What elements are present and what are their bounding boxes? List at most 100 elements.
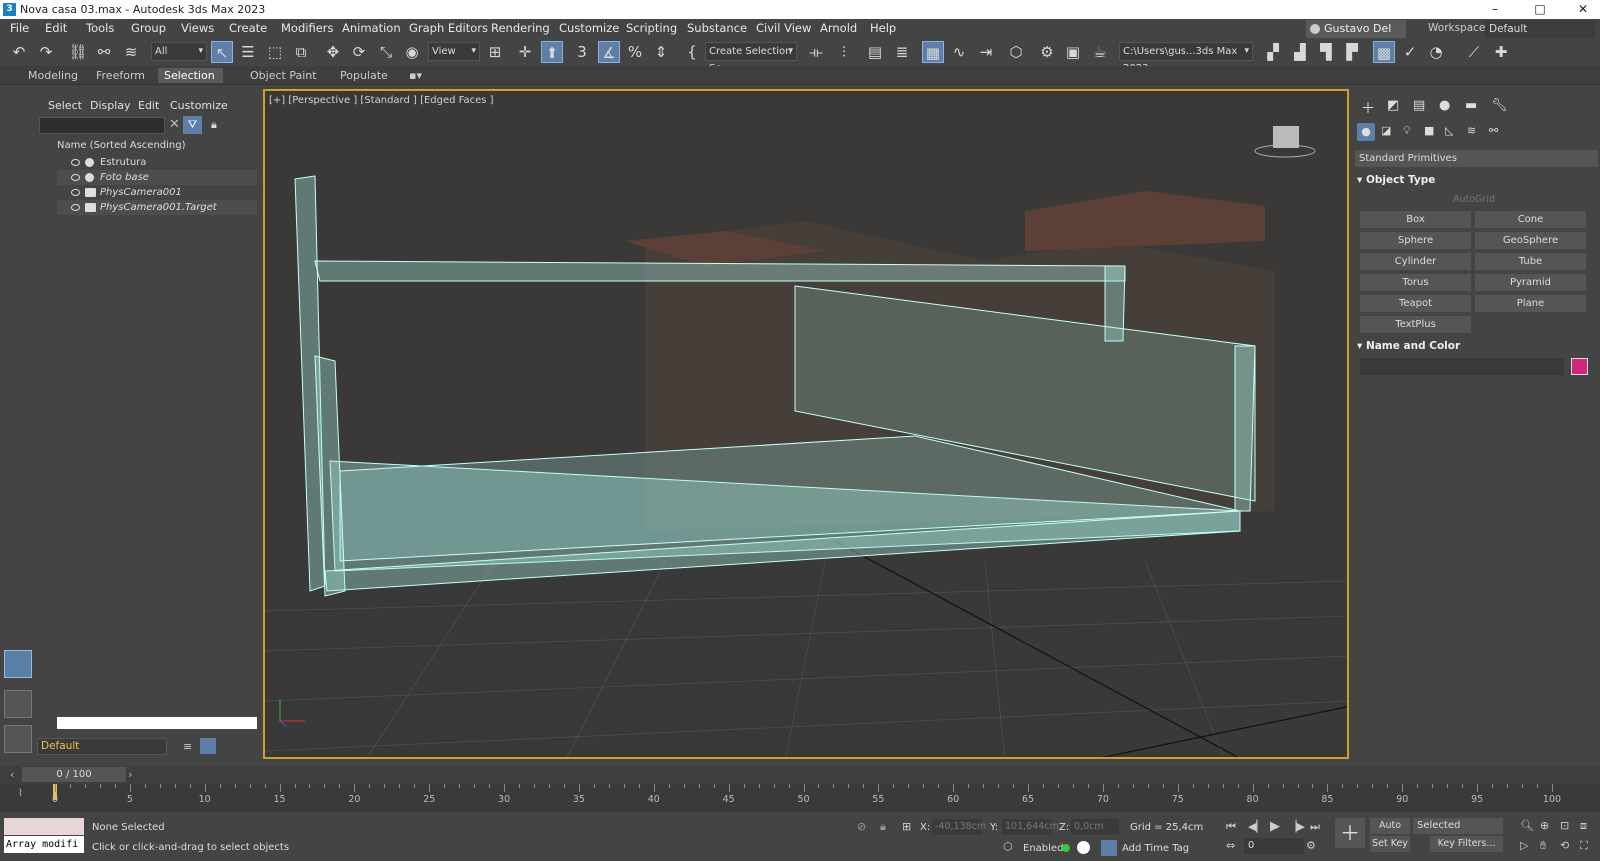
filter-toggle-icon[interactable]: ⛛ [183,116,202,134]
undo-icon[interactable]: ↶ [8,41,30,63]
link-icon[interactable]: ⛓ [67,41,89,63]
set-key-big-icon[interactable]: ＋ [1335,818,1365,848]
workspace-dropdown[interactable]: Default [1485,20,1595,38]
menu-tools[interactable]: Tools [86,21,114,35]
menu-rendering[interactable]: Rendering [491,21,550,35]
set-project-icon[interactable]: ▜ [1315,41,1337,63]
cylinder-button[interactable]: Cylinder [1360,253,1471,270]
x-coordinate-field[interactable]: -40,138cm [932,819,986,835]
enabled-toggle[interactable] [1077,841,1090,854]
schematic-view-icon[interactable]: ⇥ [975,41,997,63]
explorer-tab-display[interactable]: Display [90,99,131,112]
isolate-icon[interactable]: ⊘ [857,820,866,833]
layer-manager-icon[interactable]: ≡ [183,740,192,753]
menu-customize[interactable]: Customize [559,21,619,35]
maxscript-input[interactable]: Array modifi [4,836,84,853]
curve-editor-icon[interactable]: ∿ [948,41,970,63]
cameras-category-icon[interactable]: ■ [1424,124,1434,137]
layer-dropdown[interactable]: Default [37,738,167,755]
systems-category-icon[interactable]: ⚯ [1489,124,1498,137]
teapot-button[interactable]: Teapot [1360,295,1471,312]
field-of-view-icon[interactable]: ▷ [1520,839,1528,852]
plane-button[interactable]: Plane [1475,295,1586,312]
pivot-center-icon[interactable]: ⊞ [484,41,506,63]
scene-search-input[interactable] [39,117,165,134]
ribbon-options-icon[interactable]: ▪▾ [403,68,428,83]
menu-help[interactable]: Help [870,21,896,35]
menu-civil-view[interactable]: Civil View [756,21,811,35]
maximize-button[interactable]: □ [1525,0,1555,19]
create-tab-icon[interactable]: ＋ [1361,98,1375,118]
prev-frame-icon[interactable]: ‹ [10,768,14,781]
toggle-layer-explorer-icon[interactable]: ≣ [891,41,913,63]
menu-create[interactable]: Create [229,21,267,35]
list-item[interactable]: PhysCamera001.Target [57,200,257,215]
material-editor-icon[interactable]: ⬡ [1005,41,1027,63]
absolute-mode-icon[interactable]: ⊞ [902,820,911,833]
selection-filter-dropdown[interactable]: All [151,42,207,61]
menu-edit[interactable]: Edit [45,21,67,35]
spinner-snap-icon[interactable]: ⇕ [650,41,672,63]
reference-coordinate-dropdown[interactable]: View [428,42,480,61]
object-color-swatch[interactable] [1571,358,1588,375]
toggle-scene-explorer-icon[interactable]: ▤ [864,41,886,63]
snaps-toggle-icon[interactable]: 3 [571,41,593,63]
motion-tab-icon[interactable]: ● [1439,98,1450,113]
align-icon[interactable]: ⫶ [833,41,855,63]
scale-icon[interactable]: ⤡ [375,41,397,63]
time-slider[interactable]: ‹ 0 / 100 › [0,766,1600,784]
menu-graph-editors[interactable]: Graph Editors [409,21,488,35]
list-item[interactable]: PhysCamera001 [57,185,257,200]
check-icon[interactable]: ✓ [1399,41,1421,63]
tab-populate[interactable]: Populate [334,68,394,83]
percent-snap-icon[interactable]: % [624,41,646,63]
minimize-button[interactable]: – [1480,0,1510,19]
object-type-rollout[interactable]: ▾ Object Type [1357,174,1597,189]
visibility-eye-icon[interactable] [71,189,80,196]
set-key-button[interactable]: Set Key [1370,836,1410,852]
torus-button[interactable]: Torus [1360,274,1471,291]
box-button[interactable]: Box [1360,211,1471,228]
tab-freeform[interactable]: Freeform [90,68,151,83]
time-tag-icon[interactable] [1101,840,1117,856]
select-object-icon[interactable]: ↖ [211,41,233,63]
move-icon[interactable]: ✥ [322,41,344,63]
previous-key-icon[interactable]: ◀▏ [1248,820,1265,833]
rendered-frame-window-icon[interactable]: ▣ [1062,41,1084,63]
rect-selection-icon[interactable]: ⬚ [264,41,286,63]
redo-icon[interactable]: ↷ [35,41,57,63]
autogrid-checkbox[interactable]: AutoGrid [1453,194,1495,205]
sphere-button[interactable]: Sphere [1360,232,1471,249]
spacewarps-category-icon[interactable]: ≋ [1467,124,1476,137]
zoom-all-icon[interactable]: ⊕ [1540,819,1549,832]
next-key-icon[interactable]: ▕▶ [1288,820,1305,833]
next-frame-icon[interactable]: › [128,768,132,781]
bind-space-warp-icon[interactable]: ≋ [120,41,142,63]
add-icon[interactable]: ✚ [1490,41,1512,63]
keyboard-shortcut-override-icon[interactable]: ⬆ [541,41,563,63]
menu-scripting[interactable]: Scripting [626,21,677,35]
textplus-button[interactable]: TextPlus [1360,316,1471,333]
menu-modifiers[interactable]: Modifiers [281,21,334,35]
history-icon[interactable]: ◔ [1425,41,1447,63]
frame-counter[interactable]: 0 / 100 [22,767,126,782]
unlink-icon[interactable]: ⚯ [93,41,115,63]
zoom-extents-all-icon[interactable]: ⧈ [1580,819,1587,833]
go-to-end-icon[interactable]: ⏭ [1310,820,1320,834]
select-by-name-icon[interactable]: ☰ [237,41,259,63]
single-viewport-layout-icon[interactable] [4,650,32,678]
menu-arnold[interactable]: Arnold [820,21,857,35]
four-viewport-layout-icon[interactable] [4,725,32,753]
geometry-category-icon[interactable]: ● [1357,123,1375,141]
shapes-category-icon[interactable]: ◪ [1381,124,1391,137]
project-path-dropdown[interactable]: C:\Users\gus...3ds Max 2023 [1119,42,1253,74]
layer-toggle-icon[interactable] [200,738,216,754]
two-viewport-layout-icon[interactable] [4,690,32,718]
transform-gizmo-icon[interactable]: ✛ [514,41,536,63]
place-icon[interactable]: ◉ [401,41,423,63]
primitive-category-dropdown[interactable]: Standard Primitives [1355,150,1598,167]
tab-modeling[interactable]: Modeling [22,68,84,83]
tools-icon[interactable]: ⟋ [1463,41,1485,63]
cone-button[interactable]: Cone [1475,211,1586,228]
tab-object-paint[interactable]: Object Paint [244,68,323,83]
